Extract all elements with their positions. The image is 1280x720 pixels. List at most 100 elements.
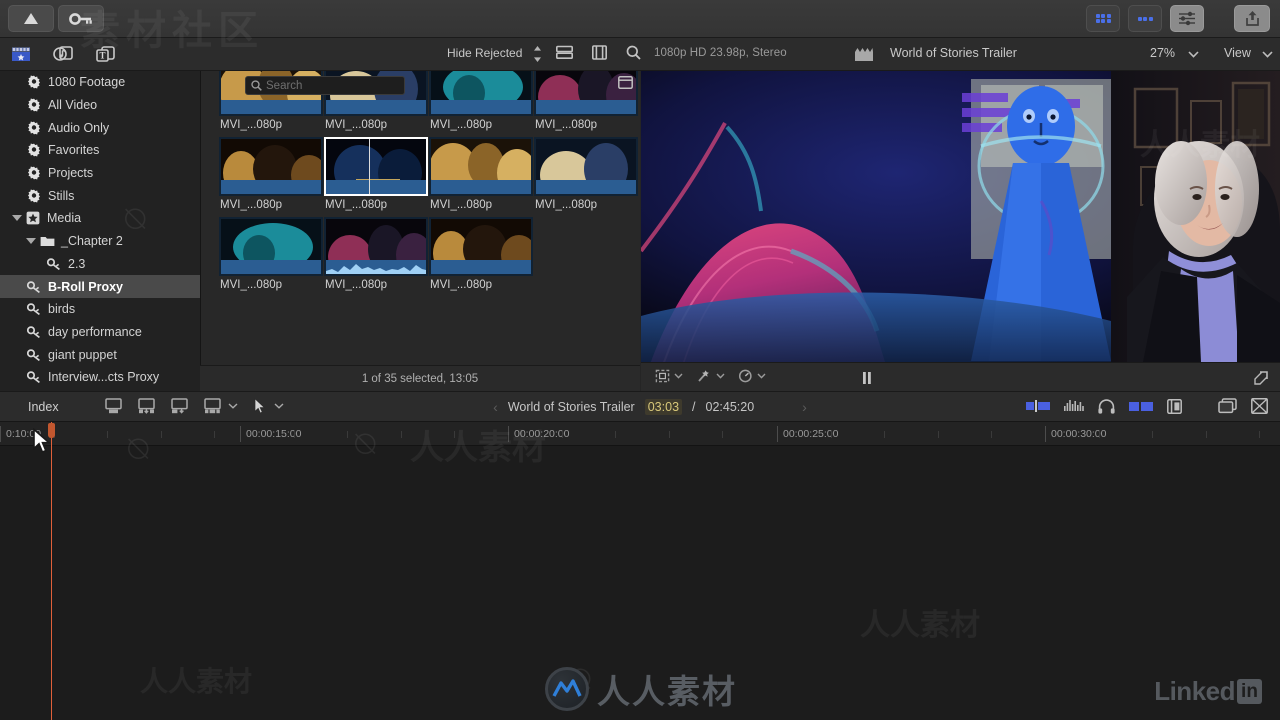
keyword-icon: [26, 279, 42, 295]
filter-icon[interactable]: [618, 76, 633, 89]
sidebar-item-stills[interactable]: Stills: [0, 184, 200, 207]
retime-button[interactable]: [738, 369, 766, 383]
sidebar-item-chapter-2[interactable]: _Chapter 2: [0, 230, 200, 253]
share-icon: [1245, 11, 1259, 26]
share-button[interactable]: [1234, 5, 1270, 32]
list-view-icon[interactable]: [556, 45, 573, 60]
headphones-icon[interactable]: [1098, 398, 1115, 414]
effects-icon: [698, 370, 709, 382]
chevron-down-icon: [274, 403, 284, 409]
clip-thumbnail[interactable]: [429, 71, 533, 116]
audio-meters-icon[interactable]: [1064, 399, 1084, 413]
pause-icon[interactable]: [863, 372, 871, 384]
browser-toggle-button[interactable]: [1086, 5, 1120, 32]
clip-browser[interactable]: MVI_...080p MVI_...080p MVI_...080p MVI_...…: [200, 71, 640, 391]
disclosure-triangle-icon[interactable]: [12, 215, 22, 222]
timeline-history-icon[interactable]: [1218, 398, 1237, 414]
sidebar-item-b-roll-proxy[interactable]: B-Roll Proxy: [0, 275, 200, 298]
import-media-button[interactable]: [8, 5, 54, 32]
sidebar-item-2-3[interactable]: 2.3: [0, 253, 200, 276]
next-project-button[interactable]: ›: [802, 399, 807, 415]
clip-label: MVI_...080p: [220, 119, 283, 131]
sidebar-item-audio-only[interactable]: Audio Only: [0, 116, 200, 139]
search-icon[interactable]: [626, 45, 641, 60]
clip-thumbnail[interactable]: [429, 217, 533, 276]
gear-icon: [26, 74, 42, 90]
sidebar-item-label: Stills: [48, 188, 75, 203]
chevron-down-icon[interactable]: [1262, 51, 1273, 58]
grid-1x3-icon: [1137, 16, 1153, 21]
fullscreen-icon[interactable]: [1254, 371, 1268, 385]
clip-cell[interactable]: MVI_...080p: [429, 217, 533, 297]
star-icon: [25, 210, 41, 226]
sidebar-item-favorites[interactable]: Favorites: [0, 139, 200, 162]
clip-label: MVI_...080p: [535, 199, 598, 211]
hide-rejected-label[interactable]: Hide Rejected: [447, 46, 522, 60]
chevron-down-icon: [228, 403, 238, 409]
clip-cell[interactable]: MVI_...080p: [324, 217, 428, 297]
chevron-down-icon[interactable]: [1188, 51, 1199, 58]
crop-transform-button[interactable]: [655, 369, 683, 383]
sidebar-item-giant-puppet[interactable]: giant puppet: [0, 343, 200, 366]
timeline-right-icons: [1026, 398, 1268, 414]
overwrite-button[interactable]: [203, 398, 238, 414]
viewer[interactable]: [641, 71, 1280, 362]
previous-project-button[interactable]: ‹: [493, 399, 498, 415]
clip-cell[interactable]: MVI_...080p: [534, 137, 638, 217]
select-tool-group[interactable]: [254, 398, 284, 414]
clip-cell[interactable]: MVI_...080p: [219, 217, 323, 297]
search-input[interactable]: Search: [245, 76, 405, 95]
index-button[interactable]: Index: [28, 400, 59, 414]
ruler-subtick: [615, 431, 617, 438]
zoom-level[interactable]: 27%: [1150, 46, 1175, 60]
sidebar-item-day-performance[interactable]: day performance: [0, 321, 200, 344]
titles-generators-icon[interactable]: T: [94, 43, 116, 64]
clip-height-icon[interactable]: [1129, 401, 1153, 412]
clip-thumbnail[interactable]: [324, 137, 428, 196]
effects-button[interactable]: [696, 369, 725, 383]
clip-cell[interactable]: MVI_...080p: [429, 137, 533, 217]
clip-thumbnail[interactable]: [324, 217, 428, 276]
clip-cell[interactable]: MVI_...080p: [324, 137, 428, 217]
clip-thumbnail[interactable]: [429, 137, 533, 196]
sidebar-item-label: Audio Only: [48, 120, 110, 135]
view-menu-label[interactable]: View: [1224, 46, 1251, 60]
sidebar-item-label: day performance: [48, 324, 142, 339]
skimming-icon[interactable]: [1251, 398, 1268, 414]
clip-thumbnail[interactable]: [219, 217, 323, 276]
sidebar-item-all-video[interactable]: All Video: [0, 94, 200, 117]
keyword-button[interactable]: [58, 5, 104, 32]
timeline-separator: /: [692, 400, 696, 414]
timeline-ruler[interactable]: 0:10:00 00:00:15:00 00:00:20:00 00:00:25:00…: [0, 422, 1280, 446]
render-icon[interactable]: [1167, 398, 1182, 414]
clip-audio-strip: [536, 180, 636, 194]
inspector-button[interactable]: [1170, 5, 1204, 32]
sidebar-item-birds[interactable]: birds: [0, 298, 200, 321]
timeline-current-time[interactable]: 03:03: [644, 399, 683, 415]
sidebar-item-1080-footage[interactable]: 1080 Footage: [0, 71, 200, 94]
sidebar-item-media[interactable]: Media: [0, 207, 200, 230]
clip-label: MVI_...080p: [430, 279, 493, 291]
disclosure-triangle-icon[interactable]: [26, 238, 36, 245]
clip-thumbnail[interactable]: [534, 137, 638, 196]
connect-icon[interactable]: [170, 398, 189, 414]
insert-icon[interactable]: [137, 398, 156, 414]
timeline-toggle-button[interactable]: [1128, 5, 1162, 32]
clip-appearance-icon[interactable]: [1026, 400, 1050, 412]
ruler-subtick: [884, 431, 886, 438]
libraries-icon[interactable]: [10, 43, 32, 64]
clip-cell[interactable]: MVI_...080p: [429, 71, 533, 137]
hide-rejected-stepper[interactable]: [533, 45, 542, 63]
sidebar-item-interview-cts-proxy[interactable]: Interview...cts Proxy: [0, 366, 200, 389]
keyword-icon: [26, 301, 42, 317]
clip-thumbnail[interactable]: [219, 137, 323, 196]
sidebar-item-projects[interactable]: Projects: [0, 162, 200, 185]
search-icon: [251, 80, 262, 91]
playhead[interactable]: [51, 422, 52, 720]
append-icon[interactable]: [104, 398, 123, 414]
photos-audio-icon[interactable]: [52, 43, 74, 64]
sidebar-item-label: birds: [48, 302, 76, 317]
clip-cell[interactable]: MVI_...080p: [219, 137, 323, 217]
filmstrip-view-icon[interactable]: [592, 45, 607, 60]
library-sidebar[interactable]: 1080 Footage All Video Audio Only Favorites…: [0, 71, 200, 391]
